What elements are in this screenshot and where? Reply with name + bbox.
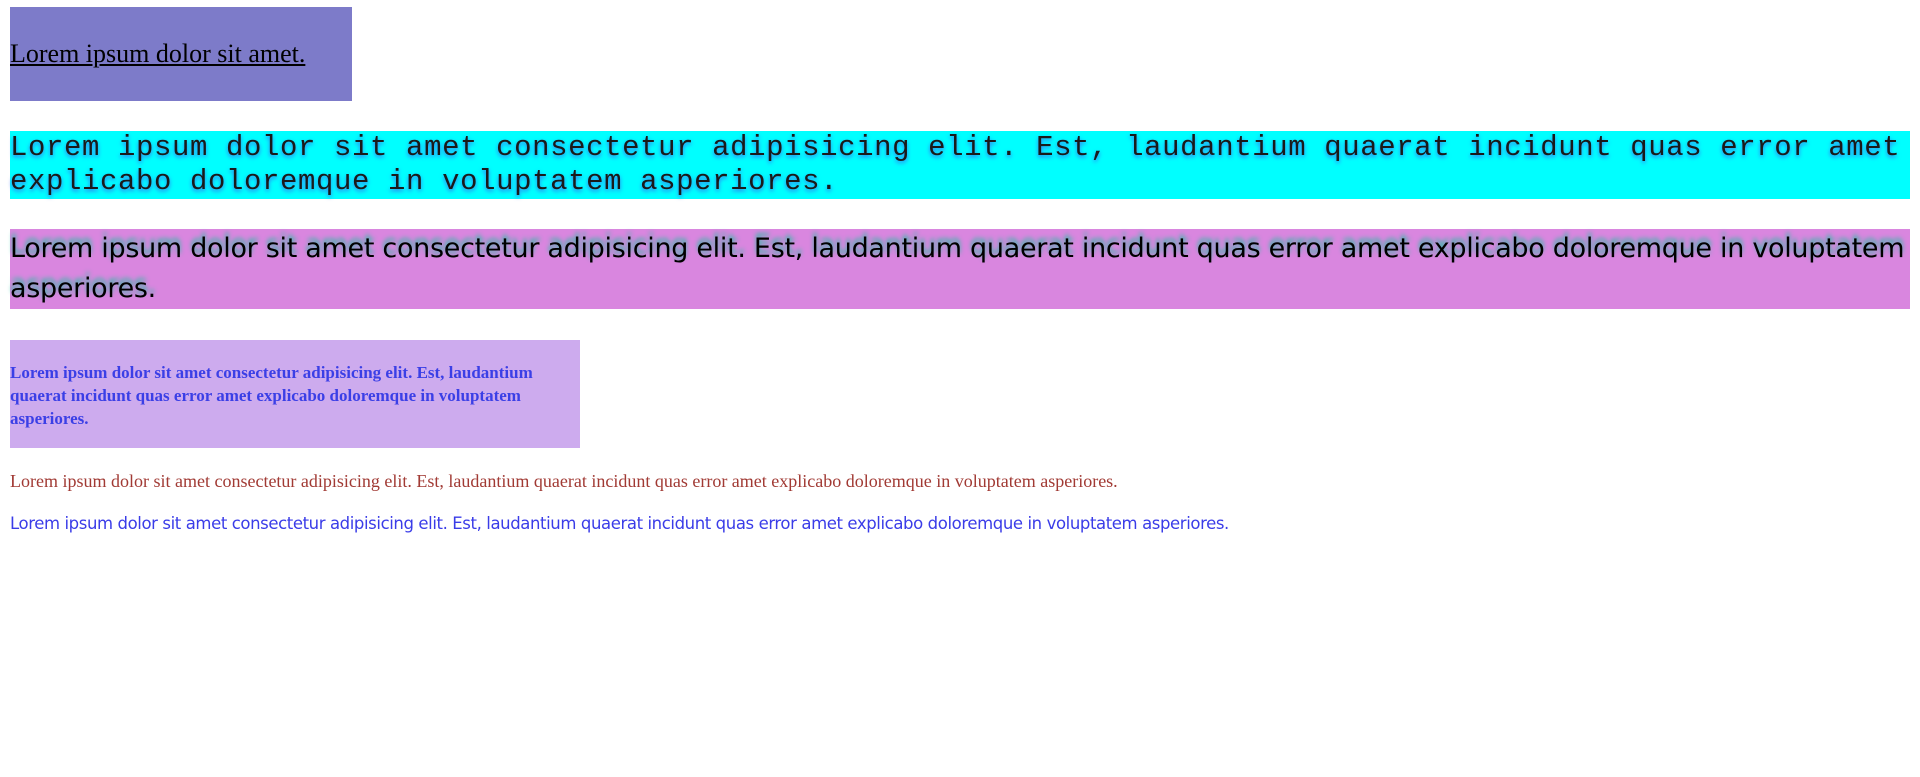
sans-paragraph-block: Lorem ipsum dolor sit amet consectetur a… [10,229,1910,309]
sans-paragraph-text: Lorem ipsum dolor sit amet consectetur a… [10,233,1905,304]
monospace-paragraph-text: Lorem ipsum dolor sit amet consectetur a… [10,131,1901,198]
serif-red-paragraph-text: Lorem ipsum dolor sit amet consectetur a… [10,471,1118,491]
short-heading-text: Lorem ipsum dolor sit amet. [10,39,306,68]
sans-blue-paragraph-text: Lorem ipsum dolor sit amet consectetur a… [10,514,1229,533]
bold-paragraph-block: Lorem ipsum dolor sit amet consectetur a… [10,340,580,448]
bold-paragraph-text: Lorem ipsum dolor sit amet consectetur a… [10,363,533,428]
serif-red-paragraph: Lorem ipsum dolor sit amet consectetur a… [10,470,1910,492]
monospace-paragraph-block: Lorem ipsum dolor sit amet consectetur a… [10,131,1910,199]
sans-blue-paragraph: Lorem ipsum dolor sit amet consectetur a… [10,513,1910,535]
short-heading-block: Lorem ipsum dolor sit amet. [10,7,352,101]
